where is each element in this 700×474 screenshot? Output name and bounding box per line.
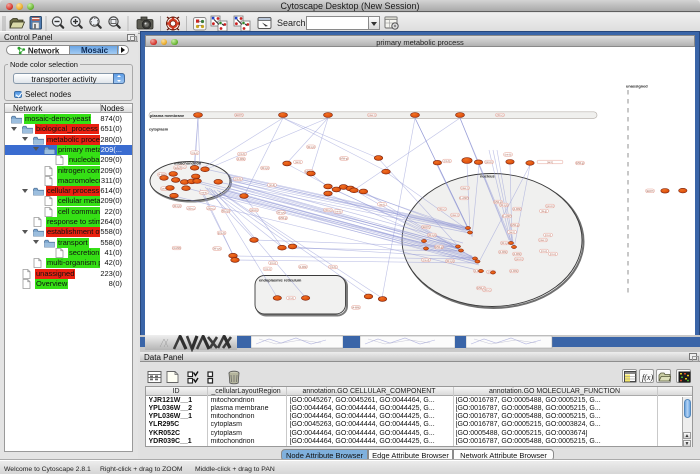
svg-text:(mi-c): (mi-c) xyxy=(550,253,557,256)
svg-text:(4-MM): (4-MM) xyxy=(510,270,518,273)
svg-text:(mt-b): (mt-b) xyxy=(239,153,246,156)
svg-text:(W-cyt): (W-cyt) xyxy=(446,260,454,263)
svg-text:(MW-g): (MW-g) xyxy=(511,224,519,227)
svg-text:(pro-b): (pro-b) xyxy=(485,161,493,164)
svg-text:(4-MM): (4-MM) xyxy=(513,208,521,211)
svg-text:(ac-l): (ac-l) xyxy=(295,161,301,164)
svg-text:(ac-l): (ac-l) xyxy=(547,161,553,164)
svg-text:(W-cyt): (W-cyt) xyxy=(277,212,285,215)
svg-text:(W-cyt): (W-cyt) xyxy=(261,167,269,170)
svg-text:(Wr-c): (Wr-c) xyxy=(325,209,332,212)
svg-text:nucleus: nucleus xyxy=(480,174,495,179)
svg-text:(4-MM): (4-MM) xyxy=(237,158,245,161)
svg-text:(W-cyt): (W-cyt) xyxy=(501,242,509,245)
svg-text:(Wr-c): (Wr-c) xyxy=(439,208,446,211)
svg-text:(mi-c): (mi-c) xyxy=(545,234,552,237)
svg-text:(pro-b): (pro-b) xyxy=(546,205,554,208)
svg-text:(4-MM): (4-MM) xyxy=(499,251,507,254)
svg-text:(Wr-c): (Wr-c) xyxy=(497,114,504,117)
svg-text:(pro-b): (pro-b) xyxy=(515,258,523,261)
svg-text:(1-AMP): (1-AMP) xyxy=(459,197,468,200)
svg-text:(MW-g): (MW-g) xyxy=(576,162,584,165)
svg-text:(pro-b): (pro-b) xyxy=(218,232,226,235)
svg-text:(MW-g): (MW-g) xyxy=(340,158,348,161)
svg-text:(W-cyt): (W-cyt) xyxy=(173,205,181,208)
svg-text:(EtOH): (EtOH) xyxy=(235,114,243,117)
svg-text:(mt-b): (mt-b) xyxy=(330,266,337,269)
svg-text:(W-cyt): (W-cyt) xyxy=(500,204,508,207)
svg-text:(mi-c): (mi-c) xyxy=(264,268,271,271)
svg-text:(ster-l): (ster-l) xyxy=(539,239,546,242)
svg-text:(Wr-c): (Wr-c) xyxy=(208,207,215,210)
svg-text:(nu-d): (nu-d) xyxy=(423,259,430,262)
svg-text:(4-MM): (4-MM) xyxy=(513,253,521,256)
svg-text:(mi-c): (mi-c) xyxy=(270,262,277,265)
svg-text:(W-cyt): (W-cyt) xyxy=(428,234,436,237)
svg-text:(mt-b): (mt-b) xyxy=(335,211,342,214)
svg-text:(4-MM): (4-MM) xyxy=(299,266,307,269)
svg-text:(mt-b): (mt-b) xyxy=(505,154,512,157)
svg-text:(EtOH): (EtOH) xyxy=(646,190,654,193)
svg-text:(la-g): (la-g) xyxy=(541,210,547,213)
svg-text:(ster-l): (ster-l) xyxy=(451,214,458,217)
svg-text:unassigned: unassigned xyxy=(626,84,648,89)
svg-text:(MW-g): (MW-g) xyxy=(279,217,287,220)
svg-text:(mt-b): (mt-b) xyxy=(444,160,451,163)
svg-text:(ac-l): (ac-l) xyxy=(379,203,385,206)
svg-text:endoplasmic reticulum: endoplasmic reticulum xyxy=(259,278,302,283)
svg-text:mitochondrion: mitochondrion xyxy=(174,161,202,166)
svg-text:(4-MM): (4-MM) xyxy=(173,247,181,250)
svg-text:(W-cyt): (W-cyt) xyxy=(222,210,230,213)
svg-text:(mi-c): (mi-c) xyxy=(541,250,548,253)
svg-text:(ster-l): (ster-l) xyxy=(368,114,375,117)
svg-text:(1-AMP): (1-AMP) xyxy=(502,215,511,218)
svg-text:cytoplasm: cytoplasm xyxy=(149,127,169,132)
svg-text:(tr-d): (tr-d) xyxy=(288,297,294,300)
svg-text:(ac-l): (ac-l) xyxy=(509,231,515,234)
svg-text:(EtOH): (EtOH) xyxy=(422,226,430,229)
svg-text:(pro-b): (pro-b) xyxy=(250,209,258,212)
svg-text:(Wr-c): (Wr-c) xyxy=(188,207,195,210)
svg-text:(mt-b): (mt-b) xyxy=(235,178,242,181)
svg-text:(mt-b): (mt-b) xyxy=(200,192,207,195)
svg-text:(MW-g): (MW-g) xyxy=(435,246,443,249)
svg-text:(W-cyt): (W-cyt) xyxy=(307,146,315,149)
svg-text:(Wr-c): (Wr-c) xyxy=(179,166,186,169)
svg-text:(4-MM): (4-MM) xyxy=(352,307,360,310)
svg-text:(ster-l): (ster-l) xyxy=(461,187,468,190)
svg-text:plasma membrane: plasma membrane xyxy=(150,113,185,118)
svg-text:f(x): f(x) xyxy=(642,373,653,382)
svg-text:(st-d): (st-d) xyxy=(269,184,275,187)
svg-text:(Wr-c): (Wr-c) xyxy=(484,289,491,292)
svg-text:(W-cyt): (W-cyt) xyxy=(213,248,221,251)
svg-text:(mi-c): (mi-c) xyxy=(192,152,199,155)
